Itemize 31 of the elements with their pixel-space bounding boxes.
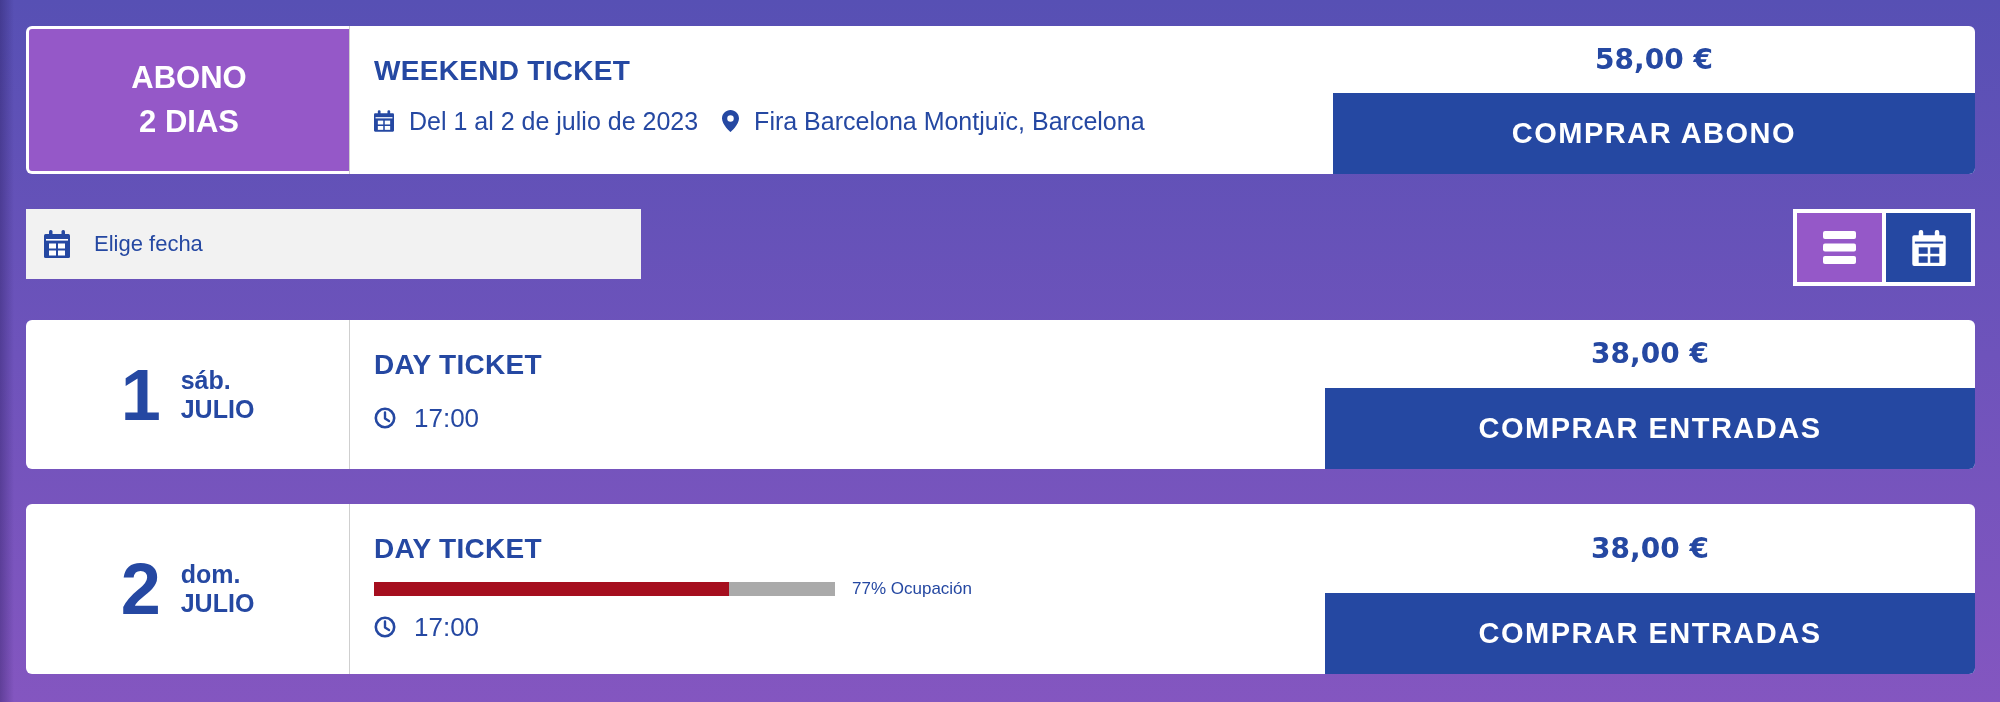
day-number: 2 [120, 553, 161, 625]
clock-icon [374, 616, 396, 638]
buy-pass-button[interactable]: COMPRAR ABONO [1333, 93, 1975, 174]
map-pin-icon [722, 110, 740, 132]
price-text: 38,00 € [1591, 337, 1709, 371]
occupancy-text: 77% Ocupación [852, 579, 973, 599]
calendar-view-button[interactable] [1886, 213, 1971, 282]
time-text: 17:00 [414, 403, 480, 433]
calendar-icon [374, 110, 394, 132]
clock-icon [374, 407, 396, 429]
price-text: 38,00 € [1591, 531, 1709, 566]
ticket-title: DAY TICKET [374, 348, 542, 382]
calendar-icon [44, 230, 70, 258]
weekday-text: dom. [180, 560, 241, 589]
venue-text: Fira Barcelona Montjuïc, Barcelona [754, 106, 1145, 137]
pass-label: ABONO 2 DIAS [29, 29, 349, 171]
month-text: JULIO [180, 589, 255, 618]
date-field[interactable]: Elige fecha [26, 209, 641, 279]
day-number: 1 [120, 358, 161, 431]
buy-tickets-button[interactable]: COMPRAR ENTRADAS [1325, 388, 1975, 469]
calendar-icon [1911, 229, 1946, 266]
month-text: JULIO [180, 394, 255, 424]
list-view-button[interactable] [1797, 213, 1882, 282]
time-text: 17:00 [414, 612, 480, 642]
price-text: 58,00 € [1595, 42, 1713, 77]
buy-tickets-button[interactable]: COMPRAR ENTRADAS [1325, 593, 1975, 674]
weekday-text: sáb. [180, 365, 231, 395]
ticket-title: WEEKEND TICKET [374, 54, 631, 88]
ticket-title: DAY TICKET [374, 532, 542, 566]
date-range-text: Del 1 al 2 de julio de 2023 [409, 106, 699, 137]
list-icon [1823, 231, 1856, 264]
